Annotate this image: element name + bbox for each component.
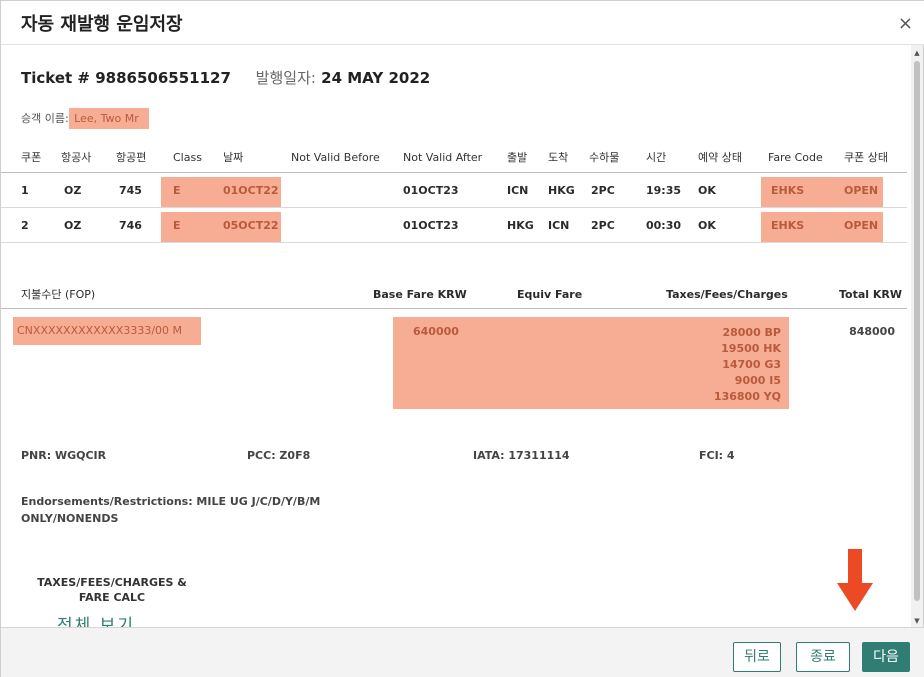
tax-item: 136800 YQ: [713, 390, 781, 403]
cell-baggage: 2PC: [591, 184, 615, 197]
fci-label: FCI: 4: [699, 449, 735, 462]
tax-list: 28000 BP 19500 HK 14700 G3 9000 I5 13680…: [714, 325, 781, 405]
col-origin: 출발: [507, 151, 528, 164]
cell-airline: OZ: [64, 219, 82, 232]
scroll-up-icon[interactable]: ▲: [911, 49, 923, 57]
cell-date: 05OCT22: [223, 219, 279, 232]
down-arrow-icon: [837, 549, 873, 611]
taxes-header: Taxes/Fees/Charges: [666, 288, 788, 301]
cell-time: 19:35: [646, 184, 682, 197]
fare-calc-title-line-1: TAXES/FEES/CHARGES &: [37, 576, 187, 589]
exit-button[interactable]: 종료: [796, 642, 850, 672]
reissue-dialog: 자동 재발행 운임저장 × Ticket # 9886506551127 발행일…: [0, 0, 924, 677]
cell-baggage: 2PC: [591, 219, 615, 232]
col-booking-status: 예약 상태: [698, 151, 742, 164]
fare-calc-title: TAXES/FEES/CHARGES & FARE CALC: [37, 575, 187, 605]
cell-flight: 746: [119, 219, 142, 232]
arrow-head: [837, 583, 873, 611]
cell-not-valid-after: 01OCT23: [403, 219, 459, 232]
cell-coupon: 2: [21, 219, 29, 232]
endorsements: Endorsements/Restrictions: MILE UG J/C/D…: [21, 493, 331, 527]
cell-booking-status: OK: [698, 219, 716, 232]
ticket-header: Ticket # 9886506551127 발행일자: 24 MAY 2022: [21, 67, 430, 88]
issue-date: 24 MAY 2022: [315, 69, 431, 87]
passenger-label: 승객 이름:: [21, 112, 69, 125]
col-airline: 항공사: [61, 151, 92, 164]
passenger-row: 승객 이름: Lee, Two Mr: [21, 107, 149, 131]
fop-header-label: 지불수단 (FOP): [21, 288, 96, 301]
col-not-valid-before: Not Valid Before: [291, 151, 380, 164]
endorsements-line-1: Endorsements/Restrictions: MILE UG J/C/D…: [21, 495, 321, 508]
table-row: 2 OZ 746 E 05OCT22 01OCT23 HKG ICN 2PC 0…: [1, 208, 907, 243]
tax-item: 19500 HK: [721, 342, 781, 355]
total-value: 848000: [849, 325, 895, 338]
arrow-shaft: [848, 549, 862, 585]
view-all-link[interactable]: 전체 보기: [57, 611, 135, 627]
scroll-down-icon[interactable]: ▼: [911, 617, 923, 625]
close-icon[interactable]: ×: [898, 13, 913, 34]
dialog-titlebar: 자동 재발행 운임저장 ×: [1, 1, 924, 45]
cell-origin: ICN: [507, 184, 529, 197]
tax-item: 9000 I5: [734, 374, 781, 387]
coupon-table-header: 쿠폰 항공사 항공편 Class 날짜 Not Valid Before Not…: [1, 143, 907, 173]
pnr-label: PNR: WGQCIR: [21, 449, 107, 462]
col-class: Class: [173, 151, 202, 164]
base-fare-value: 640000: [413, 325, 459, 338]
col-fare-code: Fare Code: [768, 151, 823, 164]
col-coupon-status: 쿠폰 상태: [844, 151, 888, 164]
cell-time: 00:30: [646, 219, 682, 232]
dialog-content: Ticket # 9886506551127 발행일자: 24 MAY 2022…: [1, 45, 913, 627]
dialog-title: 자동 재발행 운임저장: [21, 14, 183, 35]
issue-date-label: 발행일자:: [255, 69, 316, 87]
cell-origin: HKG: [507, 219, 534, 232]
cell-class: E: [173, 184, 181, 197]
col-time: 시간: [646, 151, 667, 164]
cell-airline: OZ: [64, 184, 82, 197]
equiv-fare-header: Equiv Fare: [517, 288, 583, 301]
cell-coupon-status: OPEN: [844, 184, 879, 197]
col-coupon: 쿠폰: [21, 151, 42, 164]
iata-label: IATA: 17311114: [473, 449, 570, 462]
fare-amounts-highlight: 640000 28000 BP 19500 HK 14700 G3 9000 I…: [393, 317, 789, 409]
col-baggage: 수하물: [589, 151, 620, 164]
fare-header: 지불수단 (FOP) Base Fare KRW Equiv Fare Taxe…: [1, 281, 907, 309]
tax-item: 14700 G3: [722, 358, 781, 371]
cell-coupon-status: OPEN: [844, 219, 879, 232]
pcc-label: PCC: Z0F8: [247, 449, 311, 462]
col-not-valid-after: Not Valid After: [403, 151, 483, 164]
ticket-number: Ticket # 9886506551127: [21, 69, 231, 87]
cell-destination: ICN: [548, 219, 570, 232]
fop-value: CNXXXXXXXXXXXX3333/00 M: [13, 317, 201, 345]
total-header: Total KRW: [839, 288, 903, 301]
passenger-name: Lee, Two Mr: [68, 108, 149, 129]
cell-not-valid-after: 01OCT23: [403, 184, 459, 197]
col-destination: 도착: [548, 151, 569, 164]
fare-calc-title-line-2: FARE CALC: [78, 591, 146, 604]
cell-destination: HKG: [548, 184, 575, 197]
dialog-footer: 뒤로 종료 다음: [1, 627, 924, 677]
cell-date: 01OCT22: [223, 184, 279, 197]
table-row: 1 OZ 745 E 01OCT22 01OCT23 ICN HKG 2PC 1…: [1, 173, 907, 208]
cell-booking-status: OK: [698, 184, 716, 197]
scrollbar-thumb[interactable]: [914, 61, 920, 601]
cell-coupon: 1: [21, 184, 29, 197]
col-date: 날짜: [223, 151, 244, 164]
endorsements-line-2: ONLY/NONENDS: [21, 512, 119, 525]
cell-fare-code: EHKS: [771, 219, 805, 232]
col-flight: 항공편: [116, 151, 147, 164]
base-fare-header: Base Fare KRW: [373, 288, 467, 301]
tax-item: 28000 BP: [722, 326, 781, 339]
vertical-scrollbar[interactable]: ▲ ▼: [911, 45, 923, 627]
next-button[interactable]: 다음: [862, 642, 910, 672]
cell-class: E: [173, 219, 181, 232]
back-button[interactable]: 뒤로: [733, 642, 781, 672]
cell-flight: 745: [119, 184, 142, 197]
cell-fare-code: EHKS: [771, 184, 805, 197]
